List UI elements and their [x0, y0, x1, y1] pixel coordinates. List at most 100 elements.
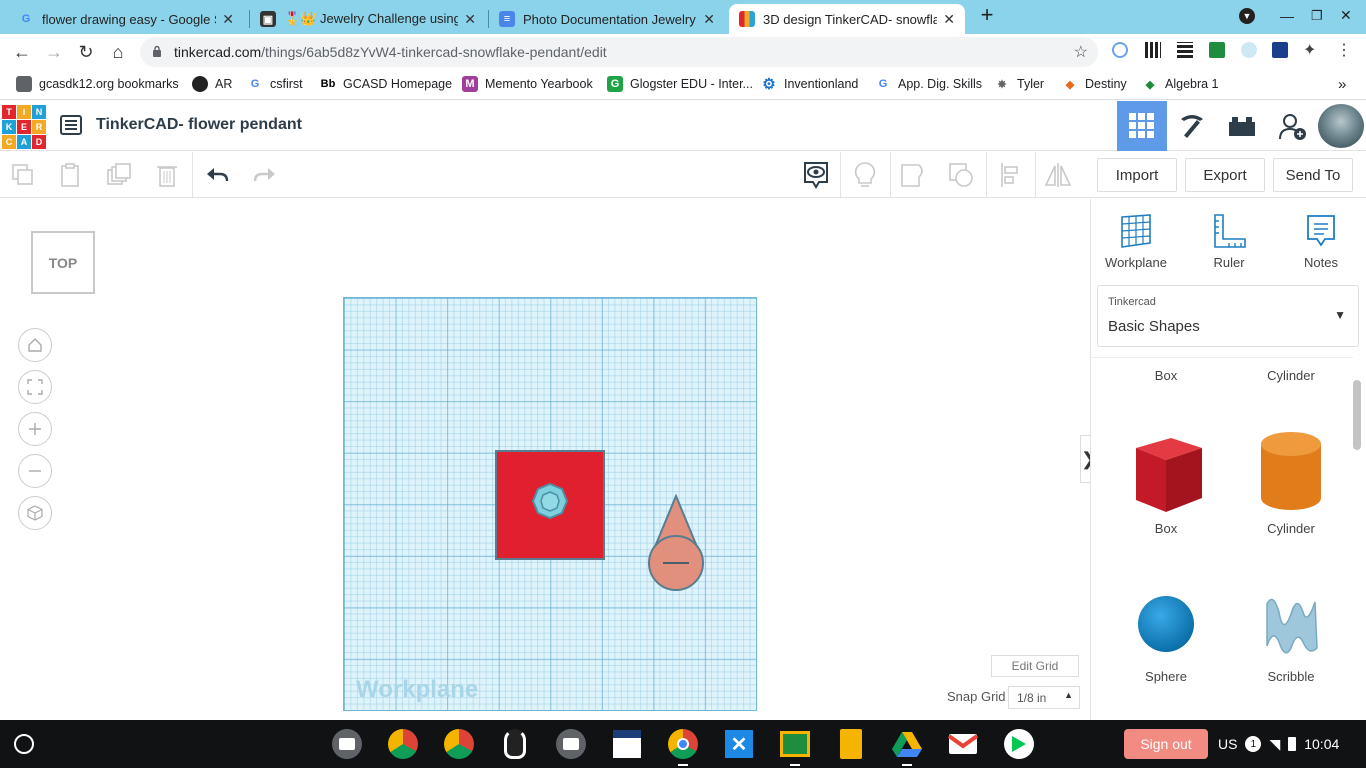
shape-item-box[interactable]: Box: [1111, 428, 1221, 536]
home-view-button[interactable]: [18, 328, 52, 362]
launcher-icon[interactable]: [14, 734, 34, 754]
shape-item-cylinder-partial[interactable]: Cylinder: [1236, 368, 1346, 383]
extensions-puzzle-icon[interactable]: ✦: [1303, 40, 1316, 60]
snap-grid-select[interactable]: 1/8 in ▲: [1008, 686, 1080, 709]
home-icon[interactable]: ⌂: [106, 40, 130, 64]
play-store-icon[interactable]: [1003, 728, 1035, 760]
bookmark-star-icon[interactable]: ☆: [1074, 42, 1088, 62]
redo-button[interactable]: [250, 160, 280, 190]
bookmark-item[interactable]: ◆ Algebra 1: [1142, 76, 1219, 92]
design-list-icon[interactable]: [60, 115, 82, 135]
linux-penguin-icon[interactable]: [499, 728, 531, 760]
bookmark-item[interactable]: AR: [192, 76, 232, 92]
chrome-browser-icon[interactable]: [667, 728, 699, 760]
minecraft-view-button[interactable]: [1167, 101, 1217, 151]
browser-tab[interactable]: ▣ 🎖️👑 Jewelry Challenge using T ✕: [250, 4, 486, 34]
delete-button[interactable]: [152, 160, 182, 190]
workplane-grid[interactable]: Workplane: [343, 297, 757, 711]
ruler-tool-button[interactable]: Ruler: [1194, 211, 1264, 270]
view-cube[interactable]: TOP: [31, 231, 95, 294]
google-drive-icon[interactable]: [891, 728, 923, 760]
browser-tab[interactable]: ≡ Photo Documentation Jewelry C ✕: [489, 4, 725, 34]
restore-icon[interactable]: ❐: [1311, 8, 1323, 24]
avatar[interactable]: [1318, 104, 1364, 148]
blue-extension-icon[interactable]: [1272, 42, 1288, 58]
sign-out-button[interactable]: Sign out: [1124, 729, 1208, 759]
forward-arrow-icon[interactable]: →: [42, 40, 66, 64]
group-button[interactable]: [898, 160, 928, 190]
show-all-button[interactable]: [801, 160, 831, 190]
gmail-icon[interactable]: [947, 728, 979, 760]
google-slides-icon[interactable]: [835, 728, 867, 760]
bookmark-item[interactable]: ⚙ Inventionland: [761, 76, 858, 93]
pearson-testnav-icon[interactable]: [611, 728, 643, 760]
align-button[interactable]: [996, 160, 1026, 190]
qr-code-icon[interactable]: [1177, 42, 1193, 58]
reload-icon[interactable]: ↻: [74, 40, 98, 64]
design-title[interactable]: TinkerCAD- flower pendant: [96, 116, 302, 134]
tab-search-icon[interactable]: ▼: [1239, 8, 1255, 24]
fit-view-button[interactable]: [18, 370, 52, 404]
more-menu-icon[interactable]: ⋮: [1336, 40, 1352, 60]
red-box-with-hole[interactable]: [495, 450, 607, 562]
bookmark-item[interactable]: G Glogster EDU - Inter...: [607, 76, 753, 92]
zoom-in-button[interactable]: [18, 412, 52, 446]
ungroup-button[interactable]: [946, 160, 976, 190]
google-classroom-icon[interactable]: [779, 728, 811, 760]
chrome-profile-2-app-icon[interactable]: [443, 728, 475, 760]
3d-design-view-button[interactable]: [1117, 101, 1167, 151]
close-tab-icon[interactable]: ✕: [703, 11, 715, 28]
sheets-extension-icon[interactable]: [1209, 42, 1225, 58]
bricks-view-button[interactable]: [1217, 101, 1267, 151]
paste-button[interactable]: [56, 160, 86, 190]
browser-tab-active[interactable]: 3D design TinkerCAD- snowflake ✕: [729, 4, 965, 34]
bookmark-item[interactable]: ◆ Destiny: [1062, 76, 1127, 92]
bookmark-item[interactable]: ✸ Tyler: [994, 76, 1044, 92]
cloud-extension-icon[interactable]: [1241, 42, 1257, 58]
shape-item-sphere[interactable]: Sphere: [1111, 586, 1221, 684]
shape-item-box-partial[interactable]: Box: [1111, 368, 1221, 383]
bookmark-item[interactable]: Bb GCASD Homepage: [320, 76, 452, 92]
zoom-out-button[interactable]: [18, 454, 52, 488]
shape-library-dropdown[interactable]: Tinkercad Basic Shapes ▼: [1097, 285, 1359, 347]
workplane-tool-button[interactable]: Workplane: [1101, 211, 1171, 270]
extension-circle-icon[interactable]: [1112, 42, 1128, 58]
back-arrow-icon[interactable]: ←: [10, 40, 34, 64]
bookmark-item[interactable]: gcasdk12.org bookmarks: [16, 76, 179, 92]
shapes-scrollbar[interactable]: [1353, 380, 1361, 450]
close-tab-icon[interactable]: ✕: [464, 11, 476, 28]
new-tab-icon[interactable]: +: [976, 4, 998, 26]
send-to-button[interactable]: Send To: [1273, 158, 1353, 192]
add-user-button[interactable]: [1267, 101, 1317, 151]
copy-button[interactable]: [8, 160, 38, 190]
notes-tool-button[interactable]: Notes: [1286, 211, 1356, 270]
import-button[interactable]: Import: [1097, 158, 1177, 192]
chrome-profile-app-icon[interactable]: [387, 728, 419, 760]
shape-item-scribble[interactable]: Scribble: [1236, 586, 1346, 684]
bookmark-item[interactable]: G App. Dig. Skills: [875, 76, 982, 92]
shape-item-cylinder[interactable]: Cylinder: [1236, 428, 1346, 536]
design-canvas[interactable]: TOP Workplane Edit Grid Snap Grid 1/8 in…: [0, 199, 1096, 720]
undo-button[interactable]: [202, 160, 232, 190]
close-tab-icon[interactable]: ✕: [943, 11, 955, 28]
screen-capture-app-icon[interactable]: [555, 728, 587, 760]
close-tab-icon[interactable]: ✕: [222, 11, 234, 28]
minimize-icon[interactable]: —: [1280, 8, 1294, 24]
qr-extension-icon[interactable]: [1145, 42, 1161, 58]
bookmarks-overflow[interactable]: »: [1338, 76, 1346, 93]
close-window-icon[interactable]: ✕: [1340, 7, 1352, 24]
export-button[interactable]: Export: [1185, 158, 1265, 192]
camera-app-icon[interactable]: [331, 728, 363, 760]
address-bar[interactable]: tinkercad.com/things/6ab5d8zYvW4-tinkerc…: [140, 37, 1098, 67]
edit-grid-button[interactable]: Edit Grid: [991, 655, 1079, 677]
notes-toggle-button[interactable]: [850, 160, 880, 190]
bookmark-item[interactable]: Gcsfirst: [247, 76, 303, 92]
tinkercad-logo[interactable]: T I N K E R C A D: [2, 105, 46, 149]
status-tray[interactable]: US 1 ◥ 10:04: [1218, 729, 1339, 759]
perspective-button[interactable]: [18, 496, 52, 530]
bookmark-item[interactable]: M Memento Yearbook: [462, 76, 593, 92]
browser-tab[interactable]: G flower drawing easy - Google Se ✕: [8, 4, 244, 34]
pendant-cone-sphere[interactable]: [646, 494, 706, 594]
mirror-button[interactable]: [1043, 160, 1073, 190]
duplicate-button[interactable]: [104, 160, 134, 190]
